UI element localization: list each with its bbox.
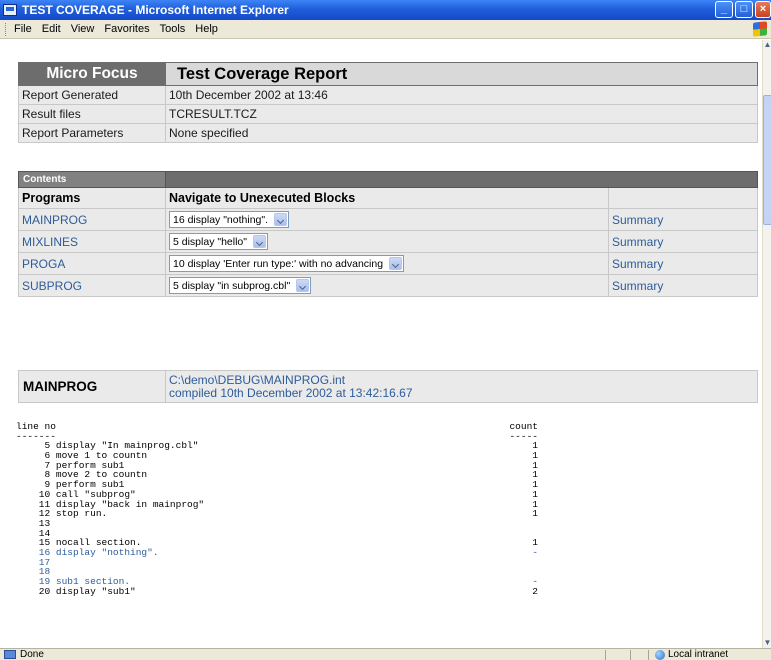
scrollbar-thumb[interactable] — [763, 95, 771, 225]
report-header: Micro Focus Test Coverage Report Report … — [18, 62, 758, 297]
contents-bar-fill — [165, 171, 758, 188]
meta-label: Report Parameters — [18, 123, 166, 143]
program-link-proga[interactable]: PROGA — [22, 257, 65, 271]
program-row: MIXLINES 5 display "hello" Summary — [18, 230, 758, 253]
menu-file[interactable]: File — [14, 23, 32, 35]
program-row: SUBPROG 5 display "in subprog.cbl" Summa… — [18, 274, 758, 297]
select-value: 10 display 'Enter run type:' with no adv… — [173, 257, 384, 270]
window-title: TEST COVERAGE - Microsoft Internet Explo… — [22, 3, 289, 17]
column-header-summary — [608, 187, 758, 209]
contents-table: Contents Programs Navigate to Unexecuted… — [18, 171, 758, 297]
meta-row: Result files TCRESULT.TCZ — [18, 104, 758, 124]
program-row: MAINPROG 16 display "nothing". Summary — [18, 208, 758, 231]
summary-link[interactable]: Summary — [612, 235, 663, 249]
scroll-up-icon[interactable]: ▲ — [763, 40, 771, 50]
program-path-link[interactable]: C:\demo\DEBUG\MAINPROG.int — [169, 373, 756, 387]
menu-tools[interactable]: Tools — [160, 23, 186, 35]
chevron-down-icon[interactable] — [296, 279, 310, 292]
meta-label: Report Generated — [18, 85, 166, 105]
program-link-subprog[interactable]: SUBPROG — [22, 279, 82, 293]
unexecuted-block-select[interactable]: 5 display "hello" — [169, 233, 268, 250]
status-divider — [630, 650, 631, 660]
menu-favorites[interactable]: Favorites — [104, 23, 149, 35]
program-compiled-date: compiled 10th December 2002 at 13:42:16.… — [169, 385, 413, 400]
chevron-down-icon[interactable] — [253, 235, 266, 248]
unexecuted-block-select[interactable]: 10 display 'Enter run type:' with no adv… — [169, 255, 405, 272]
meta-value: None specified — [165, 123, 758, 143]
status-divider — [605, 650, 606, 660]
window-titlebar[interactable]: TEST COVERAGE - Microsoft Internet Explo… — [0, 0, 771, 20]
contents-label: Contents — [18, 171, 166, 188]
summary-link[interactable]: Summary — [612, 213, 663, 227]
menu-bar: File Edit View Favorites Tools Help — [0, 20, 771, 39]
meta-value: TCRESULT.TCZ — [165, 104, 758, 124]
program-row: PROGA 10 display 'Enter run type:' with … — [18, 252, 758, 275]
menu-edit[interactable]: Edit — [42, 23, 61, 35]
globe-icon — [655, 649, 665, 660]
meta-value: 10th December 2002 at 13:46 — [165, 85, 758, 105]
chevron-down-icon[interactable] — [274, 213, 288, 226]
program-section-info: C:\demo\DEBUG\MAINPROG.int compiled 10th… — [165, 370, 758, 403]
unexecuted-block-select[interactable]: 5 display "in subprog.cbl" — [169, 277, 312, 294]
menu-view[interactable]: View — [71, 23, 95, 35]
vertical-scrollbar[interactable]: ▲ ▼ — [762, 40, 771, 648]
chevron-down-icon[interactable] — [389, 257, 403, 270]
summary-link[interactable]: Summary — [612, 257, 663, 271]
meta-row: Report Generated 10th December 2002 at 1… — [18, 85, 758, 105]
meta-label: Result files — [18, 104, 166, 124]
windows-logo-icon — [753, 21, 767, 37]
status-bar: Done Local intranet — [0, 648, 771, 660]
report-title: Test Coverage Report — [165, 62, 758, 86]
select-value: 5 display "in subprog.cbl" — [173, 279, 291, 292]
column-header-programs: Programs — [18, 187, 166, 209]
program-section-name: MAINPROG — [18, 370, 166, 403]
column-header-navigate: Navigate to Unexecuted Blocks — [165, 187, 609, 209]
page-viewport: Micro Focus Test Coverage Report Report … — [0, 40, 762, 648]
status-divider — [648, 650, 649, 660]
select-value: 5 display "hello" — [173, 235, 247, 248]
page-icon — [4, 650, 16, 659]
listing-count: 2 — [532, 585, 538, 597]
listing-count: - — [532, 546, 538, 558]
summary-link[interactable]: Summary — [612, 279, 663, 293]
select-value: 16 display "nothing". — [173, 213, 269, 226]
program-link-mixlines[interactable]: MIXLINES — [22, 235, 78, 249]
listing-code: 20 display "sub1" — [16, 585, 136, 597]
program-link-mainprog[interactable]: MAINPROG — [22, 213, 87, 227]
meta-row: Report Parameters None specified — [18, 123, 758, 143]
scroll-down-icon[interactable]: ▼ — [763, 638, 771, 648]
menu-help[interactable]: Help — [195, 23, 218, 35]
toolbar-grip[interactable] — [5, 23, 8, 36]
unexecuted-block-select[interactable]: 16 display "nothing". — [169, 211, 290, 228]
brand-label: Micro Focus — [18, 62, 166, 86]
program-section-header: MAINPROG C:\demo\DEBUG\MAINPROG.int comp… — [18, 370, 758, 403]
listing-count: 1 — [532, 508, 538, 520]
minimize-button[interactable]: _ — [715, 1, 733, 18]
maximize-button[interactable]: □ — [735, 1, 753, 18]
security-zone: Local intranet — [655, 649, 728, 660]
ie-icon — [3, 4, 17, 16]
status-text: Done — [20, 649, 44, 660]
zone-text: Local intranet — [668, 649, 729, 660]
close-button[interactable]: × — [755, 1, 771, 18]
